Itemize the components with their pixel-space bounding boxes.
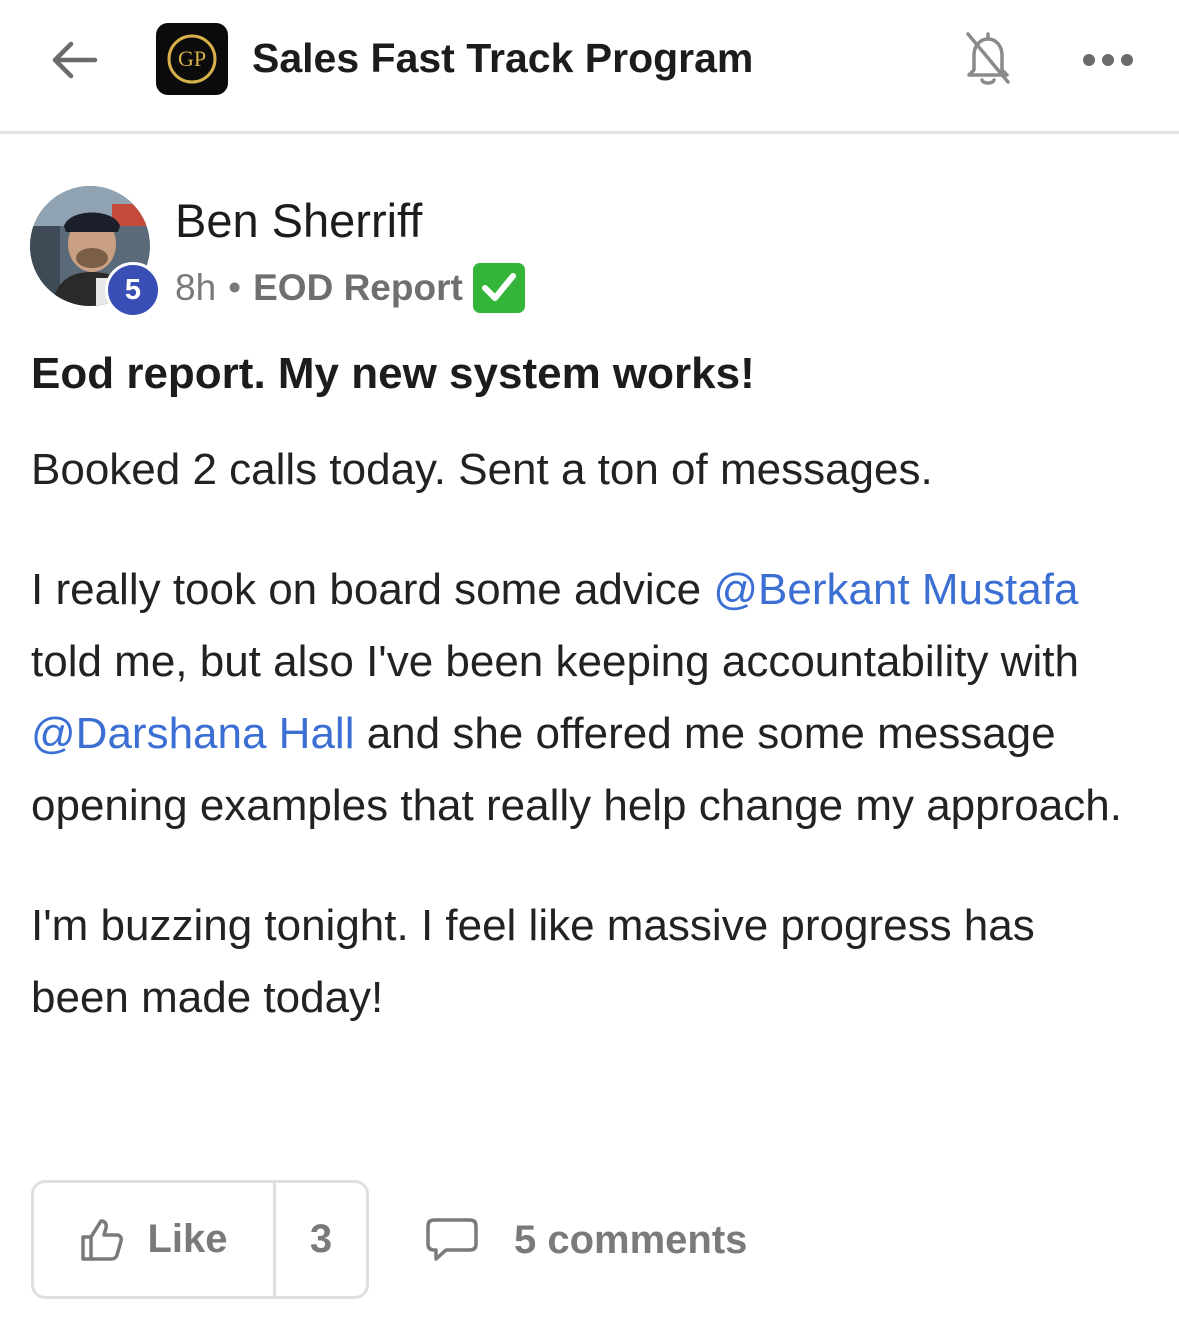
more-horizontal-icon [1083,54,1133,66]
notifications-button[interactable] [958,26,1018,90]
mention-link[interactable]: @Darshana Hall [31,709,354,758]
like-control: Like 3 [31,1180,369,1299]
post-body: Booked 2 calls today. Sent a ton of mess… [31,434,1141,1034]
post-category[interactable]: EOD Report [253,267,463,309]
group-logo[interactable]: GP [156,23,228,95]
like-count[interactable]: 3 [276,1183,366,1296]
more-options-button[interactable] [1078,40,1138,80]
post-paragraph: I'm buzzing tonight. I feel like massive… [31,901,1035,1022]
post-text: told me, but also I've been keeping acco… [31,637,1079,686]
post-time: 8h [175,267,217,308]
comments-button[interactable]: 5 comments [424,1208,747,1272]
like-label: Like [147,1217,228,1261]
white-check-mark-icon [472,263,525,313]
post-paragraph: Booked 2 calls today. Sent a ton of mess… [31,445,933,494]
back-button[interactable] [44,32,104,88]
post-title: Eod report. My new system works! [31,349,755,398]
top-bar: GP Sales Fast Track Program [0,0,1179,134]
gp-logo-icon: GP [167,34,217,84]
post-text: I really took on board some advice [31,565,714,614]
comment-icon [426,1218,478,1261]
mention-link[interactable]: @Berkant Mustafa [713,565,1078,614]
author-name[interactable]: Ben Sherriff [175,192,422,250]
bell-icon [966,32,1010,85]
like-button[interactable]: Like [34,1183,276,1296]
post-meta: 8h • EOD Report [175,263,525,313]
meta-separator: • [228,267,242,308]
thumbs-up-icon [81,1218,124,1261]
svg-text:GP: GP [178,46,206,71]
post-paragraph: I really took on board some advice @Berk… [31,554,1141,842]
group-title: Sales Fast Track Program [252,35,754,81]
arrow-left-icon [52,41,98,79]
comments-label: 5 comments [514,1217,748,1262]
level-badge: 5 [105,262,161,318]
